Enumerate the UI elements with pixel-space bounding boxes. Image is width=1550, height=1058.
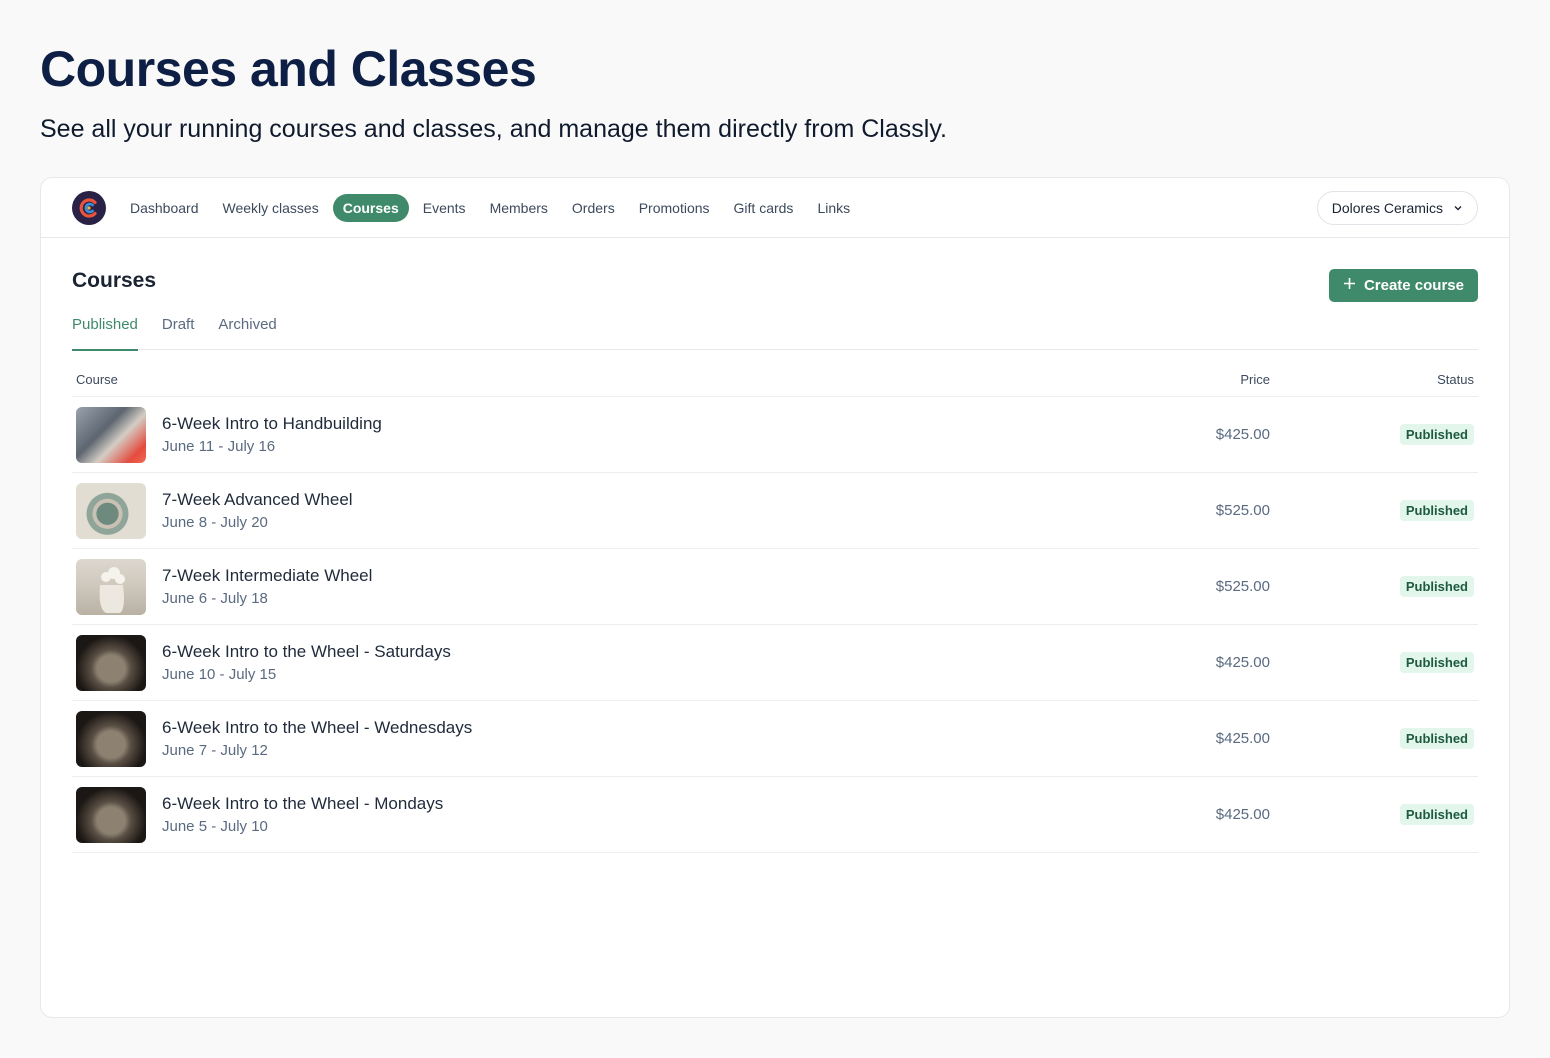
plus-icon xyxy=(1343,277,1356,294)
course-dates: June 6 - July 18 xyxy=(162,590,268,607)
header-status: Status xyxy=(1437,372,1474,387)
header-course: Course xyxy=(76,372,118,387)
course-price: $425.00 xyxy=(1215,806,1270,823)
nav-links[interactable]: Links xyxy=(807,194,860,222)
course-name[interactable]: 6-Week Intro to Handbuilding xyxy=(162,414,382,434)
nav-dashboard[interactable]: Dashboard xyxy=(120,194,209,222)
course-thumbnail xyxy=(76,482,146,539)
chevron-down-icon xyxy=(1453,200,1463,216)
header-price: Price xyxy=(1240,372,1270,387)
course-name[interactable]: 6-Week Intro to the Wheel - Saturdays xyxy=(162,642,451,662)
course-thumbnail xyxy=(76,710,146,767)
course-cell: 6-Week Intro to the Wheel - Wednesdays J… xyxy=(76,710,1120,767)
nav-promotions[interactable]: Promotions xyxy=(629,194,720,222)
nav-orders[interactable]: Orders xyxy=(562,194,625,222)
course-price: $425.00 xyxy=(1215,730,1270,747)
tab-draft[interactable]: Draft xyxy=(162,316,195,350)
nav-events[interactable]: Events xyxy=(413,194,476,222)
course-cell: 7-Week Intermediate Wheel June 6 - July … xyxy=(76,558,1120,615)
status-cell: Published xyxy=(1270,576,1474,597)
create-course-button[interactable]: Create course xyxy=(1328,269,1478,302)
status-tabs: Published Draft Archived xyxy=(72,316,1478,351)
status-badge: Published xyxy=(1399,576,1474,597)
status-badge: Published xyxy=(1399,728,1474,749)
tab-archived[interactable]: Archived xyxy=(218,316,276,350)
course-name[interactable]: 7-Week Advanced Wheel xyxy=(162,490,353,510)
classly-logo-icon[interactable] xyxy=(72,190,106,225)
course-thumbnail xyxy=(76,786,146,843)
status-cell: Published xyxy=(1270,804,1474,825)
status-cell: Published xyxy=(1270,728,1474,749)
course-price: $425.00 xyxy=(1215,654,1270,671)
table-row[interactable]: 7-Week Advanced Wheel June 8 - July 20 $… xyxy=(72,473,1478,549)
status-badge: Published xyxy=(1399,424,1474,445)
status-cell: Published xyxy=(1270,424,1474,445)
status-cell: Published xyxy=(1270,652,1474,673)
org-switcher[interactable]: Dolores Ceramics xyxy=(1316,190,1478,225)
courses-table: Course Price Status 6-Week Intro to Hand… xyxy=(72,363,1478,853)
nav-members[interactable]: Members xyxy=(480,194,558,222)
table-row[interactable]: 6-Week Intro to the Wheel - Wednesdays J… xyxy=(72,701,1478,777)
course-dates: June 10 - July 15 xyxy=(162,666,277,683)
course-price: $525.00 xyxy=(1215,502,1270,519)
status-badge: Published xyxy=(1399,652,1474,673)
nav-courses[interactable]: Courses xyxy=(332,193,409,222)
course-dates: June 8 - July 20 xyxy=(162,514,268,531)
status-cell: Published xyxy=(1270,500,1474,521)
nav-gift-cards[interactable]: Gift cards xyxy=(724,194,804,222)
course-name[interactable]: 6-Week Intro to the Wheel - Wednesdays xyxy=(162,718,472,738)
section-title: Courses xyxy=(72,269,157,292)
org-name: Dolores Ceramics xyxy=(1331,199,1443,216)
course-dates: June 5 - July 10 xyxy=(162,818,268,835)
course-name[interactable]: 7-Week Intermediate Wheel xyxy=(162,566,372,586)
course-price: $525.00 xyxy=(1215,578,1270,595)
table-row[interactable]: 6-Week Intro to the Wheel - Mondays June… xyxy=(72,777,1478,853)
tab-published[interactable]: Published xyxy=(72,316,138,351)
course-thumbnail xyxy=(76,406,146,463)
nav-weekly-classes[interactable]: Weekly classes xyxy=(213,194,329,222)
course-cell: 7-Week Advanced Wheel June 8 - July 20 xyxy=(76,482,1120,539)
table-row[interactable]: 6-Week Intro to Handbuilding June 11 - J… xyxy=(72,397,1478,473)
top-navigation: Dashboard Weekly classes Courses Events … xyxy=(41,178,1509,238)
table-row[interactable]: 7-Week Intermediate Wheel June 6 - July … xyxy=(72,549,1478,625)
course-cell: 6-Week Intro to Handbuilding June 11 - J… xyxy=(76,406,1120,463)
course-cell: 6-Week Intro to the Wheel - Mondays June… xyxy=(76,786,1120,843)
table-header: Course Price Status xyxy=(72,363,1478,397)
page-header: Courses and Classes See all your running… xyxy=(40,40,947,144)
app-window: Dashboard Weekly classes Courses Events … xyxy=(40,177,1510,1018)
course-name[interactable]: 6-Week Intro to the Wheel - Mondays xyxy=(162,794,443,814)
course-thumbnail xyxy=(76,634,146,691)
course-thumbnail xyxy=(76,558,146,615)
page-title: Courses and Classes xyxy=(40,41,537,97)
course-cell: 6-Week Intro to the Wheel - Saturdays Ju… xyxy=(76,634,1120,691)
course-price: $425.00 xyxy=(1215,426,1270,443)
status-badge: Published xyxy=(1399,804,1474,825)
status-badge: Published xyxy=(1399,500,1474,521)
page-subtitle: See all your running courses and classes… xyxy=(40,115,947,143)
table-row[interactable]: 6-Week Intro to the Wheel - Saturdays Ju… xyxy=(72,625,1478,701)
create-course-label: Create course xyxy=(1363,277,1464,294)
course-dates: June 11 - July 16 xyxy=(162,438,276,455)
course-dates: June 7 - July 12 xyxy=(162,742,268,759)
